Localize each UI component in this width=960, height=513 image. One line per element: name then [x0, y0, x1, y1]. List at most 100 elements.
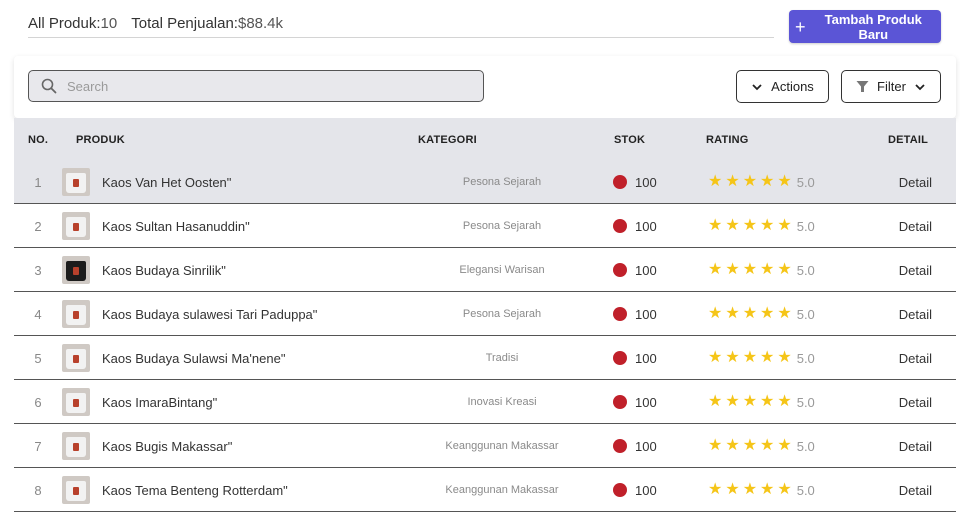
- rating-cell: ★ ★ ★ ★ ★ 5.0: [708, 160, 815, 204]
- table-row[interactable]: 3 Kaos Budaya Sinrilik" Elegansi Warisan 10…: [14, 248, 956, 292]
- table-row[interactable]: 6 Kaos ImaraBintang" Inovasi Kreasi 100 ★ ★ ★ ★…: [14, 380, 956, 424]
- star-icon: ★: [742, 481, 758, 498]
- detail-link[interactable]: Detail: [894, 160, 932, 204]
- star-icon: ★: [760, 349, 775, 366]
- table-header: NO. PRODUK KATEGORI STOK RATING DETAIL: [14, 118, 956, 160]
- product-name[interactable]: Kaos Sultan Hasanuddin": [102, 204, 432, 248]
- product-table-body: 1 Kaos Van Het Oosten" Pesona Sejarah 100 ★ ★…: [14, 160, 956, 512]
- star-icon: ★: [725, 217, 740, 234]
- stock-status-dot: [613, 351, 627, 365]
- chevron-down-icon: [915, 83, 925, 90]
- column-header-rating[interactable]: RATING: [706, 134, 749, 146]
- filter-label: Filter: [877, 79, 906, 94]
- toolbar: Actions Filter: [14, 56, 956, 118]
- product-thumbnail[interactable]: [62, 160, 90, 204]
- product-name[interactable]: Kaos ImaraBintang": [102, 380, 432, 424]
- star-icon: ★: [708, 217, 723, 234]
- tshirt-image: [62, 476, 90, 504]
- detail-link[interactable]: Detail: [894, 468, 932, 512]
- star-icon: ★: [708, 173, 723, 190]
- star-icon: ★: [760, 305, 775, 322]
- column-header-detail[interactable]: DETAIL: [888, 134, 928, 146]
- stock-value: 100: [635, 438, 657, 454]
- row-number: 3: [34, 262, 42, 278]
- summary-stats: All Produk:10 Total Penjualan:$88.4k: [28, 12, 774, 38]
- add-product-button[interactable]: + Tambah Produk Baru: [789, 10, 941, 43]
- rating-cell: ★ ★ ★ ★ ★ 5.0: [708, 292, 815, 336]
- product-thumbnail[interactable]: [62, 336, 90, 380]
- funnel-icon: [856, 81, 869, 92]
- stock-value: 100: [635, 174, 657, 190]
- detail-link[interactable]: Detail: [894, 424, 932, 468]
- tshirt-image: [62, 388, 90, 416]
- table-row[interactable]: 5 Kaos Budaya Sulawsi Ma'nene" Tradisi 100 ★…: [14, 336, 956, 380]
- filter-button[interactable]: Filter: [841, 70, 941, 103]
- rating-value: 5.0: [796, 438, 815, 454]
- rating-cell: ★ ★ ★ ★ ★ 5.0: [708, 336, 815, 380]
- rating-value: 5.0: [796, 262, 815, 278]
- tshirt-image: [62, 300, 90, 328]
- detail-link[interactable]: Detail: [894, 204, 932, 248]
- rating-value: 5.0: [796, 306, 815, 322]
- product-category: Pesona Sejarah: [462, 220, 542, 232]
- stock-value: 100: [635, 394, 657, 410]
- stock-cell: 100: [613, 248, 657, 292]
- star-icon: ★: [725, 393, 740, 410]
- star-icon: ★: [760, 173, 775, 190]
- product-thumbnail[interactable]: [62, 248, 90, 292]
- table-row[interactable]: 8 Kaos Tema Benteng Rotterdam" Keanggunan …: [14, 468, 956, 512]
- column-header-stock[interactable]: STOK: [614, 134, 645, 146]
- product-category: Elegansi Warisan: [459, 264, 545, 276]
- product-thumbnail[interactable]: [62, 204, 90, 248]
- stock-cell: 100: [613, 424, 657, 468]
- search-box[interactable]: [28, 70, 484, 102]
- product-name[interactable]: Kaos Bugis Makassar": [102, 424, 432, 468]
- actions-label: Actions: [771, 79, 814, 94]
- stock-value: 100: [635, 262, 657, 278]
- tshirt-image: [62, 344, 90, 372]
- table-row[interactable]: 7 Kaos Bugis Makassar" Keanggunan Makassar…: [14, 424, 956, 468]
- rating-value: 5.0: [796, 218, 815, 234]
- star-icon: ★: [708, 261, 723, 278]
- row-number: 5: [34, 350, 42, 366]
- detail-link[interactable]: Detail: [894, 336, 932, 380]
- star-icon: ★: [725, 261, 740, 278]
- search-input[interactable]: [65, 77, 449, 95]
- tshirt-image: [62, 432, 90, 460]
- star-icon: ★: [708, 305, 723, 322]
- product-name[interactable]: Kaos Budaya Sinrilik": [102, 248, 432, 292]
- product-thumbnail[interactable]: [62, 424, 90, 468]
- star-icon: ★: [777, 437, 792, 454]
- table-row[interactable]: 4 Kaos Budaya sulawesi Tari Paduppa" Peson…: [14, 292, 956, 336]
- product-thumbnail[interactable]: [62, 292, 90, 336]
- actions-button[interactable]: Actions: [736, 70, 829, 103]
- product-thumbnail[interactable]: [62, 468, 90, 512]
- stock-cell: 100: [613, 380, 657, 424]
- product-name[interactable]: Kaos Tema Benteng Rotterdam": [102, 468, 432, 512]
- star-icon: ★: [777, 217, 792, 234]
- search-icon: [41, 78, 57, 94]
- product-name[interactable]: Kaos Budaya Sulawsi Ma'nene": [102, 336, 432, 380]
- rating-value: 5.0: [796, 174, 815, 190]
- detail-link[interactable]: Detail: [894, 380, 932, 424]
- column-header-category[interactable]: KATEGORI: [418, 134, 477, 146]
- column-header-product[interactable]: PRODUK: [76, 134, 125, 146]
- row-number: 1: [34, 174, 42, 190]
- column-header-no[interactable]: NO.: [28, 134, 48, 146]
- product-name[interactable]: Kaos Budaya sulawesi Tari Paduppa": [102, 292, 432, 336]
- product-category: Keanggunan Makassar: [445, 484, 559, 496]
- row-number: 6: [34, 394, 42, 410]
- total-sales-stat: Total Penjualan:$88.4k: [131, 15, 284, 32]
- product-name[interactable]: Kaos Van Het Oosten": [102, 160, 432, 204]
- detail-link[interactable]: Detail: [894, 248, 932, 292]
- product-category: Pesona Sejarah: [462, 176, 542, 188]
- table-row[interactable]: 1 Kaos Van Het Oosten" Pesona Sejarah 100 ★ ★…: [14, 160, 956, 204]
- stock-cell: 100: [613, 336, 657, 380]
- rating-cell: ★ ★ ★ ★ ★ 5.0: [708, 424, 815, 468]
- table-row[interactable]: 2 Kaos Sultan Hasanuddin" Pesona Sejarah 10…: [14, 204, 956, 248]
- star-icon: ★: [725, 173, 740, 190]
- product-thumbnail[interactable]: [62, 380, 90, 424]
- stock-status-dot: [613, 219, 627, 233]
- detail-link[interactable]: Detail: [894, 292, 932, 336]
- stock-status-dot: [613, 395, 627, 409]
